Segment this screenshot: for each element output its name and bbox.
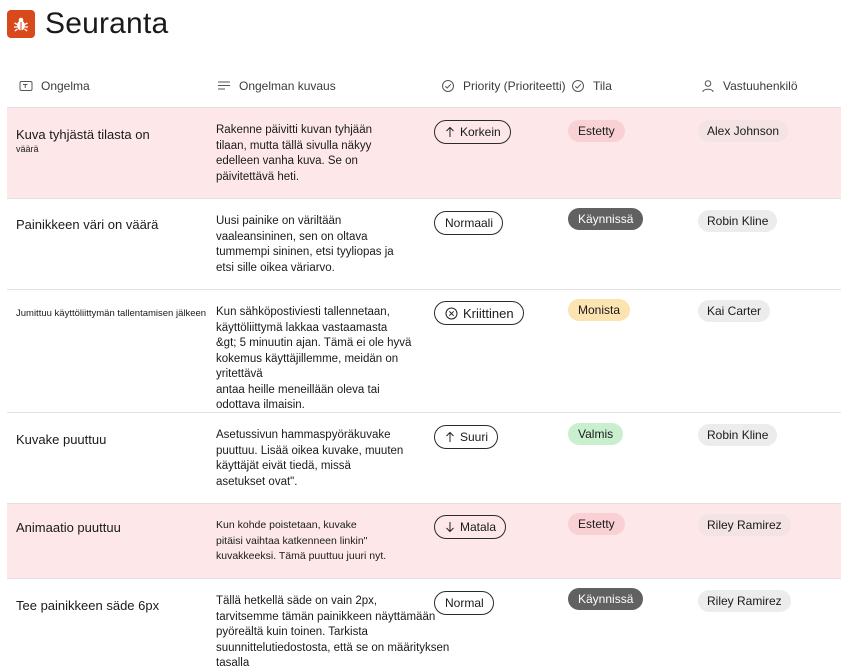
priority-pill[interactable]: Korkein — [434, 120, 511, 144]
column-header-kuvaus[interactable]: Ongelman kuvaus — [216, 64, 336, 108]
issue-description: Tällä hetkellä säde on vain 2px, tarvitse… — [216, 595, 450, 668]
priority-pill[interactable]: Kriittinen — [434, 301, 524, 325]
status-badge[interactable]: Monista — [568, 299, 631, 321]
column-header-label: Vastuuhenkilö — [723, 79, 798, 93]
issue-description: Kun kohde poistetaan, kuvake pitäisi vaih… — [216, 519, 387, 562]
choice-check-icon — [440, 78, 456, 94]
issue-description: Uusi painike on väriltään vaaleansininen,… — [216, 215, 394, 274]
table-row[interactable]: Kuvake puuttuu Asetussivun hammaspyöräku… — [7, 413, 841, 504]
column-header-priority[interactable]: Priority (Prioriteetti) — [440, 64, 566, 108]
page-title: Seuranta — [45, 7, 169, 40]
status-badge[interactable]: Estetty — [568, 120, 625, 142]
status-badge[interactable]: Käynnissä — [568, 208, 644, 230]
status-badge[interactable]: Valmis — [568, 423, 624, 445]
status-badge[interactable]: Estetty — [568, 513, 625, 535]
column-header-label: Ongelma — [41, 79, 90, 93]
title-field-icon — [18, 78, 34, 94]
circle-x-icon — [445, 307, 458, 320]
priority-pill[interactable]: Suuri — [434, 425, 499, 449]
bug-icon — [7, 10, 35, 38]
issue-description: Asetussivun hammaspyöräkuvake puuttuu. Li… — [216, 429, 404, 488]
assignee-chip[interactable]: Robin Kline — [698, 424, 778, 446]
column-header-label: Tila — [593, 79, 612, 93]
arrow-down-icon — [445, 521, 455, 533]
column-header-ongelma[interactable]: Ongelma — [18, 64, 90, 108]
issue-title: Animaatio puuttuu — [16, 520, 121, 535]
issue-title: Kuvake puuttuu — [16, 432, 107, 447]
column-header-tila[interactable]: Tila — [570, 64, 612, 108]
assignee-chip[interactable]: Riley Ramirez — [698, 590, 791, 612]
arrow-up-icon — [445, 126, 455, 138]
issue-description: Kun sähköpostiviesti tallennetaan, käyttö… — [216, 306, 412, 411]
assignee-chip[interactable]: Kai Carter — [698, 300, 771, 322]
text-lines-icon — [216, 78, 232, 94]
table-row[interactable]: Tee painikkeen säde 6px Tällä hetkellä s… — [7, 579, 841, 668]
table-row[interactable]: Jumittuu käyttöliittymän tallentamisen j… — [7, 290, 841, 413]
assignee-chip[interactable]: Robin Kline — [698, 210, 778, 232]
issue-title: Jumittuu käyttöliittymän tallentamisen j… — [16, 308, 207, 319]
table-row[interactable]: Animaatio puuttuu Kun kohde poistetaan, … — [7, 504, 841, 579]
choice-check-icon — [570, 78, 586, 94]
issue-title: Tee painikkeen säde 6px — [16, 598, 160, 613]
app-header: Seuranta — [7, 7, 169, 40]
table-row[interactable]: Painikkeen väri on väärä Uusi painike on… — [7, 199, 841, 290]
assignee-chip[interactable]: Riley Ramirez — [698, 514, 791, 536]
column-header-label: Ongelman kuvaus — [239, 79, 336, 93]
column-header-label: Priority (Prioriteetti) — [463, 79, 566, 93]
issue-title: Kuva tyhjästä tilasta on väärä — [16, 127, 150, 154]
issue-grid: Ongelma Ongelman kuvaus Priority (Priori… — [7, 64, 841, 668]
arrow-up-icon — [445, 431, 455, 443]
column-header-row: Ongelma Ongelman kuvaus Priority (Priori… — [7, 64, 841, 108]
person-icon — [700, 78, 716, 94]
priority-pill[interactable]: Normal — [434, 591, 494, 615]
priority-pill[interactable]: Normaali — [434, 211, 504, 235]
status-badge[interactable]: Käynnissä — [568, 588, 644, 610]
issue-description: Rakenne päivitti kuvan tyhjään tilaan, mu… — [216, 124, 372, 183]
priority-pill[interactable]: Matala — [434, 515, 507, 539]
assignee-chip[interactable]: Alex Johnson — [698, 120, 789, 142]
table-row[interactable]: Kuva tyhjästä tilasta on väärä Rakenne p… — [7, 108, 841, 199]
issue-title: Painikkeen väri on väärä — [16, 217, 159, 232]
column-header-vastuuhenkilo[interactable]: Vastuuhenkilö — [700, 64, 798, 108]
